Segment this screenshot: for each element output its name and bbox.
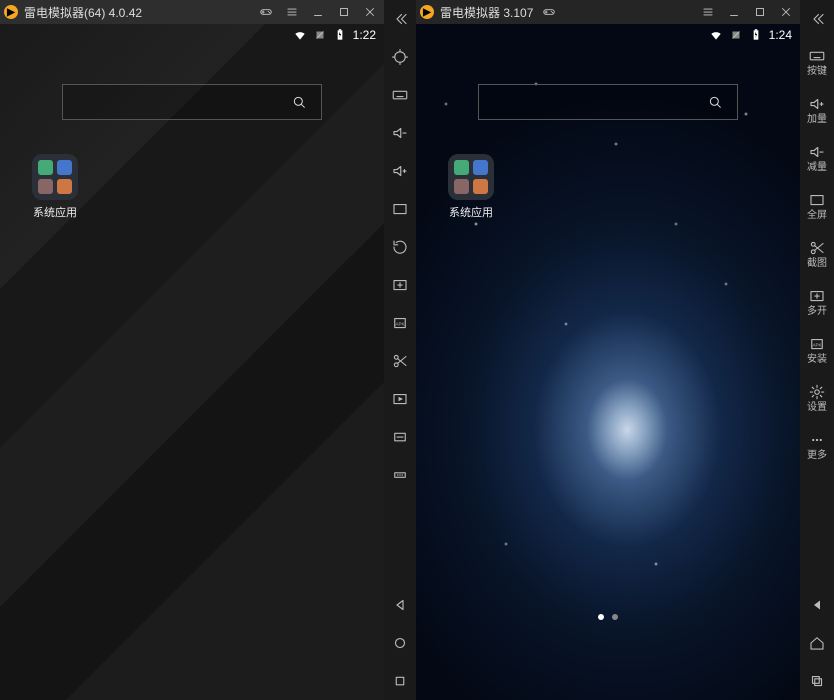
titlebar: ▶ 雷电模拟器 3.107 [416, 0, 800, 24]
status-time: 1:24 [769, 28, 792, 42]
settings-dial-icon[interactable] [384, 38, 416, 76]
page-indicator [598, 614, 618, 620]
back-icon[interactable] [384, 586, 416, 624]
menu-icon[interactable] [698, 2, 718, 22]
more-button[interactable]: 更多 [800, 422, 834, 470]
folder-icon [32, 154, 78, 200]
folder-label: 系统应用 [33, 204, 77, 220]
recents-icon[interactable] [800, 662, 834, 700]
volume-down-button[interactable]: 减量 [800, 134, 834, 182]
battery-charging-icon [749, 28, 763, 42]
emulator-v3: ▶ 雷电模拟器 3.107 1:24 系统应用 [416, 0, 800, 700]
add-window-icon[interactable] [384, 266, 416, 304]
gamepad-icon[interactable] [539, 2, 559, 22]
system-apps-folder[interactable]: 系统应用 [28, 154, 82, 220]
maximize-icon[interactable] [334, 2, 354, 22]
wifi-icon [293, 28, 307, 42]
folder-icon [448, 154, 494, 200]
search-icon [291, 94, 307, 110]
multi-instance-button[interactable]: 多开 [800, 278, 834, 326]
collapse-icon[interactable] [384, 0, 416, 38]
volume-up-button[interactable]: 加量 [800, 86, 834, 134]
battery-charging-icon [333, 28, 347, 42]
status-bar: 1:24 [709, 24, 792, 46]
titlebar: ▶ 雷电模拟器(64) 4.0.42 [0, 0, 384, 24]
android-screen[interactable]: 1:24 系统应用 [416, 24, 800, 700]
app-logo-icon: ▶ [4, 5, 18, 19]
apk-install-icon[interactable]: APK [384, 304, 416, 342]
more-icon[interactable] [384, 456, 416, 494]
window-title: 雷电模拟器 3.107 [440, 4, 533, 21]
toolbar-left: APK [384, 0, 416, 700]
search-icon [707, 94, 723, 110]
svg-text:APK: APK [812, 342, 821, 347]
maximize-icon[interactable] [750, 2, 770, 22]
search-input[interactable] [478, 84, 738, 120]
scissors-icon[interactable] [384, 342, 416, 380]
collapse-icon[interactable] [800, 0, 834, 38]
close-icon[interactable] [360, 2, 380, 22]
recents-icon[interactable] [384, 662, 416, 700]
emulator-v4: ▶ 雷电模拟器(64) 4.0.42 1:22 系统应用 [0, 0, 384, 700]
minimize-icon[interactable] [308, 2, 328, 22]
page-dot [598, 614, 604, 620]
keyboard-icon[interactable] [384, 76, 416, 114]
minimize-icon[interactable] [724, 2, 744, 22]
keymap-button[interactable]: 按键 [800, 38, 834, 86]
status-bar: 1:22 [293, 24, 376, 46]
folder-label: 系统应用 [449, 204, 493, 220]
settings-button[interactable]: 设置 [800, 374, 834, 422]
overlay-icon[interactable] [384, 418, 416, 456]
search-input[interactable] [62, 84, 322, 120]
page-dot [612, 614, 618, 620]
close-icon[interactable] [776, 2, 796, 22]
home-icon[interactable] [384, 624, 416, 662]
toolbar-right: 按键 加量 减量 全屏 截图 多开 APK 安装 设置 更多 [800, 0, 834, 700]
home-icon[interactable] [800, 624, 834, 662]
app-logo-icon: ▶ [420, 5, 434, 19]
fullscreen-button[interactable]: 全屏 [800, 182, 834, 230]
system-apps-folder[interactable]: 系统应用 [444, 154, 498, 220]
screenshot-button[interactable]: 截图 [800, 230, 834, 278]
gamepad-icon[interactable] [256, 2, 276, 22]
window-title: 雷电模拟器(64) 4.0.42 [24, 4, 142, 21]
volume-down-icon[interactable] [384, 114, 416, 152]
fullscreen-icon[interactable] [384, 190, 416, 228]
status-time: 1:22 [353, 28, 376, 42]
menu-icon[interactable] [282, 2, 302, 22]
volume-up-icon[interactable] [384, 152, 416, 190]
no-data-icon [313, 28, 327, 42]
wifi-icon [709, 28, 723, 42]
android-screen[interactable]: 1:22 系统应用 [0, 24, 384, 700]
no-data-icon [729, 28, 743, 42]
back-icon[interactable] [800, 586, 834, 624]
rotate-icon[interactable] [384, 228, 416, 266]
play-record-icon[interactable] [384, 380, 416, 418]
svg-text:APK: APK [395, 321, 404, 326]
install-apk-button[interactable]: APK 安装 [800, 326, 834, 374]
